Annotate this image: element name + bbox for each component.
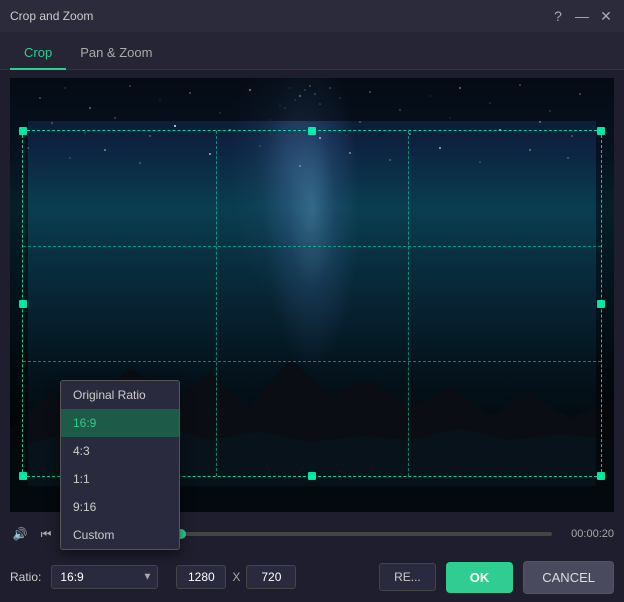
- tab-pan-zoom[interactable]: Pan & Zoom: [66, 37, 166, 70]
- crop-mask-top: [10, 78, 614, 121]
- controls-row: Ratio: Original Ratio 16:9 4:3 1:1 9:16 …: [0, 552, 624, 602]
- bottom-area: Ratio: Original Ratio 16:9 4:3 1:1 9:16 …: [0, 552, 624, 602]
- dimension-display: 1280 X 720: [176, 565, 296, 589]
- reset-button[interactable]: RE...: [379, 563, 436, 591]
- time-end: 00:00:20: [558, 528, 614, 540]
- crop-handle-tl[interactable]: [19, 127, 27, 135]
- window-title: Crop and Zoom: [10, 9, 93, 23]
- crop-handle-bl[interactable]: [19, 472, 27, 480]
- help-button[interactable]: ?: [550, 8, 566, 24]
- crop-handle-bm[interactable]: [308, 472, 316, 480]
- crop-handle-mr[interactable]: [597, 300, 605, 308]
- crop-zoom-window: Crop and Zoom ? — ✕ Crop Pan & Zoom: [0, 0, 624, 602]
- minimize-button[interactable]: —: [574, 8, 590, 24]
- tab-bar: Crop Pan & Zoom: [0, 32, 624, 70]
- crop-handle-ml[interactable]: [19, 300, 27, 308]
- dropdown-item-16-9[interactable]: 16:9: [61, 409, 179, 437]
- ratio-select-wrapper: Original Ratio 16:9 4:3 1:1 9:16 Custom …: [51, 565, 158, 589]
- title-bar: Crop and Zoom ? — ✕: [0, 0, 624, 32]
- dropdown-item-4-3[interactable]: 4:3: [61, 437, 179, 465]
- close-button[interactable]: ✕: [598, 8, 614, 24]
- cancel-button[interactable]: CANCEL: [523, 561, 614, 594]
- skip-back-button[interactable]: ⏮: [36, 524, 56, 544]
- dimension-separator: X: [232, 570, 240, 584]
- volume-button[interactable]: 🔊: [10, 524, 30, 544]
- dropdown-item-original[interactable]: Original Ratio: [61, 381, 179, 409]
- dropdown-item-9-16[interactable]: 9:16: [61, 493, 179, 521]
- ratio-dropdown-menu: Original Ratio 16:9 4:3 1:1 9:16 Custom: [60, 380, 180, 550]
- height-value: 720: [246, 565, 296, 589]
- title-controls: ? — ✕: [550, 8, 614, 24]
- width-value: 1280: [176, 565, 226, 589]
- crop-handle-tm[interactable]: [308, 127, 316, 135]
- ratio-select[interactable]: Original Ratio 16:9 4:3 1:1 9:16 Custom: [51, 565, 158, 589]
- progress-bar[interactable]: [176, 532, 552, 536]
- tab-crop[interactable]: Crop: [10, 37, 66, 70]
- grid-line-v1: [216, 131, 217, 476]
- grid-line-v2: [408, 131, 409, 476]
- ratio-label: Ratio:: [10, 570, 41, 584]
- grid-line-h2: [23, 361, 601, 362]
- dropdown-item-custom[interactable]: Custom: [61, 521, 179, 549]
- crop-handle-tr[interactable]: [597, 127, 605, 135]
- ok-button[interactable]: OK: [446, 562, 514, 593]
- crop-handle-br[interactable]: [597, 472, 605, 480]
- dropdown-item-1-1[interactable]: 1:1: [61, 465, 179, 493]
- grid-line-h1: [23, 246, 601, 247]
